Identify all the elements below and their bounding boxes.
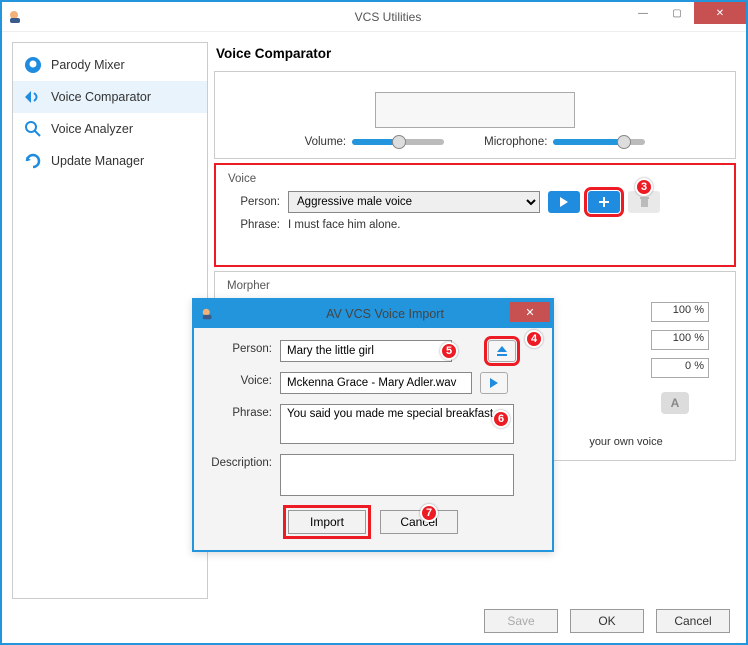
titlebar: VCS Utilities — ▢ ✕	[2, 2, 746, 32]
sidebar: Parody Mixer Voice Comparator Voice Anal…	[12, 42, 208, 599]
dialog-phrase-input[interactable]: You said you made me special breakfast	[280, 404, 514, 444]
sidebar-item-label: Voice Analyzer	[51, 122, 133, 136]
main-window: VCS Utilities — ▢ ✕ Parody Mixer Voice C…	[0, 0, 748, 645]
callout-5: 5	[440, 342, 458, 360]
play-icon	[489, 378, 499, 388]
sidebar-item-label: Voice Comparator	[51, 90, 151, 104]
minimize-button[interactable]: —	[626, 2, 660, 24]
waveform-display	[375, 92, 575, 128]
update-manager-icon	[23, 151, 43, 171]
own-voice-label: your own voice	[581, 436, 671, 448]
parody-mixer-icon	[23, 55, 43, 75]
dialog-title: AV VCS Voice Import	[218, 307, 552, 321]
sidebar-item-update-manager[interactable]: Update Manager	[13, 145, 207, 177]
dialog-voice-input[interactable]	[280, 372, 472, 394]
callout-6: 6	[492, 410, 510, 428]
voice-panel: Voice Person: Aggressive male voice	[214, 163, 736, 267]
sidebar-item-label: Parody Mixer	[51, 58, 125, 72]
callout-4: 4	[525, 330, 543, 348]
morpher-legend: Morpher	[227, 280, 723, 292]
dialog-phrase-label: Phrase:	[208, 404, 272, 419]
cancel-button[interactable]: Cancel	[656, 609, 730, 633]
trash-icon	[639, 196, 650, 208]
volume-label: Volume:	[305, 136, 347, 148]
app-icon	[8, 9, 24, 25]
dialog-person-label: Person:	[208, 340, 272, 355]
voice-analyzer-icon	[23, 119, 43, 139]
microphone-label: Microphone:	[484, 136, 547, 148]
dialog-play-button[interactable]	[480, 372, 508, 394]
phrase-label: Phrase:	[228, 219, 280, 231]
advanced-button[interactable]: A	[661, 392, 689, 414]
save-button[interactable]: Save	[484, 609, 558, 633]
voice-comparator-icon	[23, 87, 43, 107]
dialog-titlebar: AV VCS Voice Import ✕	[194, 300, 552, 328]
dialog-icon	[198, 307, 218, 321]
morpher-pct-2[interactable]: 100 %	[651, 330, 709, 350]
volume-slider[interactable]	[352, 139, 444, 145]
dialog-cancel-button[interactable]: Cancel	[380, 510, 458, 534]
callout-7: 7	[420, 504, 438, 522]
sidebar-item-parody-mixer[interactable]: Parody Mixer	[13, 49, 207, 81]
add-voice-button[interactable]	[588, 191, 620, 213]
close-button[interactable]: ✕	[694, 2, 746, 24]
dialog-close-button[interactable]: ✕	[510, 302, 550, 322]
display-panel: Volume: Microphone:	[214, 71, 736, 159]
play-icon	[559, 197, 569, 207]
plus-icon	[598, 196, 610, 208]
sidebar-item-label: Update Manager	[51, 154, 144, 168]
play-voice-button[interactable]	[548, 191, 580, 213]
dialog-voice-label: Voice:	[208, 372, 272, 387]
ok-button[interactable]: OK	[570, 609, 644, 633]
microphone-slider[interactable]	[553, 139, 645, 145]
bottom-bar: Save OK Cancel	[2, 599, 746, 643]
morpher-pct-3[interactable]: 0 %	[651, 358, 709, 378]
morpher-pct-1[interactable]: 100 %	[651, 302, 709, 322]
sidebar-item-voice-comparator[interactable]: Voice Comparator	[13, 81, 207, 113]
maximize-button[interactable]: ▢	[660, 2, 694, 24]
dialog-person-input[interactable]	[280, 340, 452, 362]
import-button[interactable]: Import	[288, 510, 366, 534]
person-label: Person:	[228, 196, 280, 208]
dialog-description-input[interactable]	[280, 454, 514, 496]
page-title: Voice Comparator	[216, 46, 736, 61]
dialog-description-label: Description:	[208, 454, 272, 469]
sidebar-item-voice-analyzer[interactable]: Voice Analyzer	[13, 113, 207, 145]
person-select[interactable]: Aggressive male voice	[288, 191, 540, 213]
eject-button[interactable]	[488, 340, 516, 362]
callout-3: 3	[635, 178, 653, 196]
eject-icon	[496, 345, 508, 357]
phrase-text: I must face him alone.	[288, 217, 408, 233]
